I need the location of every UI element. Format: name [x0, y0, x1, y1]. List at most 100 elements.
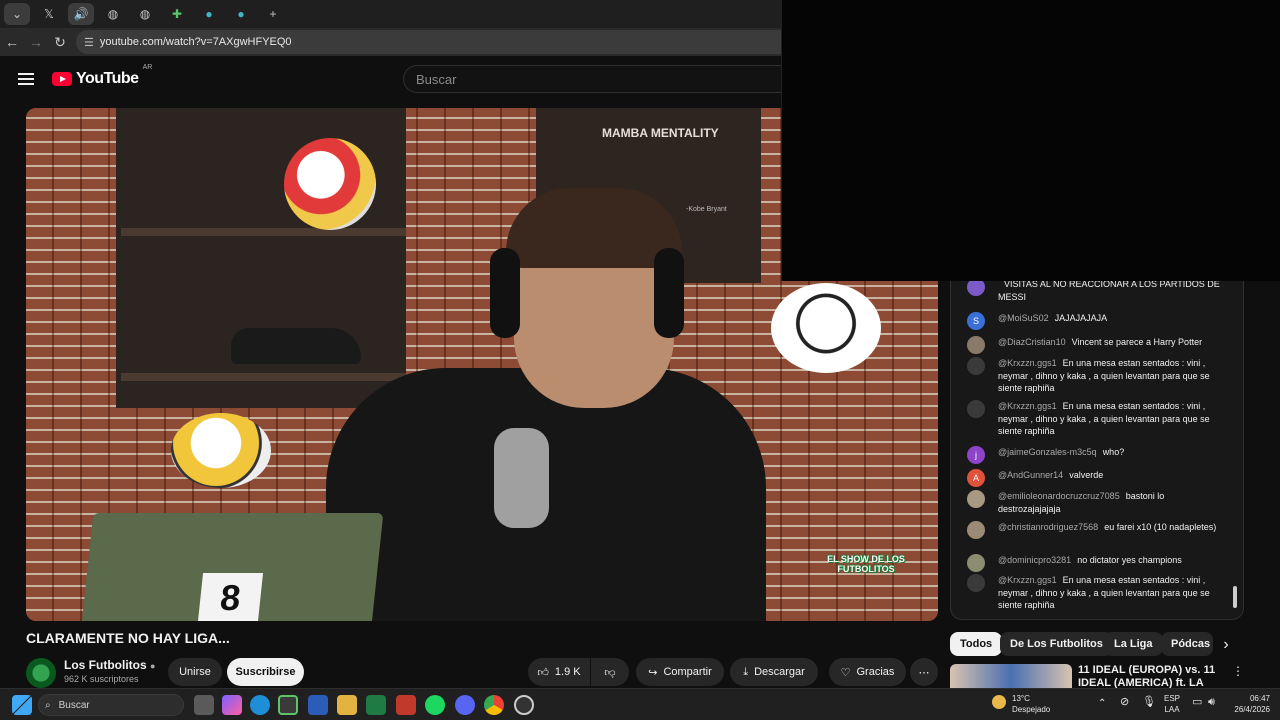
tab-x[interactable]: 𝕏	[36, 3, 62, 25]
poster-author: -Kobe Bryant	[686, 206, 727, 213]
chip-la-liga[interactable]: La Liga	[1104, 632, 1163, 656]
tab-generic-1[interactable]: ◍	[100, 3, 126, 25]
taskbar-search[interactable]: ⌕ Buscar	[38, 694, 184, 716]
copilot-icon[interactable]	[222, 695, 242, 715]
discord-icon[interactable]	[455, 695, 475, 715]
weather[interactable]: 13°C Despejado	[1012, 693, 1050, 715]
chat-message-body: @AndGunner14 valverde	[998, 469, 1227, 482]
excel-icon[interactable]	[366, 695, 386, 715]
volume-icon[interactable]: 🔊︎	[1208, 697, 1215, 708]
channel-name-text: Los Futbolitos	[64, 658, 147, 672]
chat-author[interactable]: @christianrodriguez7568	[998, 522, 1098, 532]
chat-avatar[interactable]	[967, 400, 985, 418]
display-icon[interactable]: ▭	[1192, 697, 1202, 708]
chat-author[interactable]: @Krxzzn.ggs1	[998, 401, 1057, 411]
join-button[interactable]: Unirse	[168, 658, 222, 686]
tab-generic-5[interactable]: ●	[228, 3, 254, 25]
chat-author[interactable]: @emilioleonardocruzcruz7085	[998, 491, 1120, 501]
chat-message: VISITAS AL NO REACCIONAR A LOS PARTIDOS …	[967, 278, 1227, 303]
football-boot	[231, 328, 361, 364]
download-label: Descargar	[754, 666, 805, 678]
chat-message-body: @MoiSuS02 JAJAJAJAJA	[998, 312, 1227, 325]
task-view-icon[interactable]	[194, 695, 214, 715]
suggested-more-icon[interactable]: ⋮	[1232, 664, 1244, 680]
tab-generic-3[interactable]: ✚	[164, 3, 190, 25]
chat-author[interactable]: @Krxzzn.ggs1	[998, 575, 1057, 585]
chat-message: @Krxzzn.ggs1 En una mesa estan sentados :…	[967, 574, 1227, 612]
tab-youtube-audio[interactable]: 🔊	[68, 3, 94, 25]
tab-list-button[interactable]: ⌄	[4, 3, 30, 25]
chat-avatar[interactable]	[967, 574, 985, 592]
laptop: 8	[78, 513, 384, 621]
url-field[interactable]: ☰ youtube.com/watch?v=7AXgwHFYEQ0	[76, 30, 796, 54]
app-icon[interactable]	[396, 695, 416, 715]
network-off-icon[interactable]: ⊘	[1120, 697, 1129, 708]
live-chat-panel: VISITAS AL NO REACCIONAR A LOS PARTIDOS …	[950, 260, 1244, 620]
chat-avatar[interactable]	[967, 521, 985, 539]
channel-avatar[interactable]	[26, 658, 56, 688]
subscribe-button[interactable]: Suscribirse	[227, 658, 304, 686]
store-icon[interactable]	[278, 695, 298, 715]
chat-avatar[interactable]	[967, 490, 985, 508]
video-title: CLARAMENTE NO HAY LIGA...	[26, 630, 230, 646]
app-icon-2[interactable]	[514, 695, 534, 715]
youtube-logo[interactable]: YouTube AR	[52, 64, 152, 88]
shelf	[121, 373, 406, 381]
chat-scrollbar[interactable]	[1233, 586, 1237, 608]
weather-moon-icon[interactable]	[992, 695, 1006, 709]
chat-author[interactable]: @Krxzzn.ggs1	[998, 358, 1057, 368]
thanks-button[interactable]: ♡ Gracias	[829, 658, 906, 686]
chevron-up-icon[interactable]: ⌃	[1098, 698, 1106, 709]
menu-icon[interactable]	[0, 73, 52, 85]
chat-message: @dominicpro3281 no dictator yes champions	[967, 554, 1227, 572]
search-input[interactable]: Buscar	[403, 65, 783, 93]
microphone-icon[interactable]: 🎙︎	[1142, 697, 1156, 708]
download-button[interactable]: ⤓ Descargar	[730, 658, 818, 686]
suggested-title[interactable]: 11 IDEAL (EUROPA) vs. 11 IDEAL (AMERICA)…	[1078, 664, 1228, 688]
dislike-button[interactable]: 👎︎	[591, 658, 629, 686]
chat-text: JAJAJAJAJA	[1054, 313, 1108, 323]
tab-generic-2[interactable]: ◍	[132, 3, 158, 25]
chip-podcasts[interactable]: Pódcas	[1161, 632, 1213, 656]
youtube-play-icon	[52, 72, 72, 86]
thanks-label: Gracias	[856, 666, 895, 678]
chat-message-body: @jaimeGonzales-m3c5q who?	[998, 446, 1227, 459]
chat-author[interactable]: @jaimeGonzales-m3c5q	[998, 447, 1097, 457]
word-icon[interactable]	[308, 695, 328, 715]
share-button[interactable]: ↪ Compartir	[636, 658, 724, 686]
new-tab-button[interactable]: +	[260, 3, 286, 25]
chat-author[interactable]: @AndGunner14	[998, 470, 1063, 480]
back-icon[interactable]: ←	[0, 30, 24, 54]
forward-icon[interactable]: →	[24, 30, 48, 54]
site-info-icon[interactable]: ☰	[84, 36, 94, 49]
chat-text: Vincent se parece a Harry Potter	[1071, 337, 1203, 347]
more-actions-button[interactable]: ⋯	[910, 658, 938, 686]
chat-avatar[interactable]	[967, 336, 985, 354]
like-button[interactable]: 👍︎ 1.9 K	[528, 658, 590, 686]
chat-avatar[interactable]	[967, 357, 985, 375]
chat-avatar[interactable]: j	[967, 446, 985, 464]
channel-row: Los Futbolitos ● 962 K suscriptores Unir…	[26, 656, 938, 688]
tab-generic-4[interactable]: ●	[196, 3, 222, 25]
chevron-right-icon[interactable]: ›	[1216, 636, 1236, 656]
edge-icon[interactable]	[250, 695, 270, 715]
language-indicator[interactable]: ESP LAA	[1164, 693, 1180, 715]
folder-icon[interactable]	[337, 695, 357, 715]
chat-author[interactable]: @DiazCristian10	[998, 337, 1066, 347]
windows-start-icon[interactable]	[12, 695, 32, 715]
chat-avatar[interactable]: S	[967, 312, 985, 330]
reload-icon[interactable]: ↻	[48, 30, 72, 54]
chat-author[interactable]: @dominicpro3281	[998, 555, 1071, 565]
spotify-icon[interactable]	[425, 695, 445, 715]
chat-avatar[interactable]: A	[967, 469, 985, 487]
chrome-icon[interactable]	[484, 695, 504, 715]
chat-avatar[interactable]	[967, 554, 985, 572]
chip-todos[interactable]: Todos	[950, 632, 1003, 656]
suggested-thumbnail[interactable]	[950, 664, 1072, 688]
chat-author[interactable]: @MoiSuS02	[998, 313, 1049, 323]
channel-name[interactable]: Los Futbolitos ●	[64, 658, 155, 672]
chip-de-los-futbolitos[interactable]: De Los Futbolitos	[1000, 632, 1113, 656]
clock[interactable]: 06:47 26/4/2026	[1226, 693, 1270, 715]
chat-message-body: @emilioleonardocruzcruz7085 bastoni lo de…	[998, 490, 1227, 515]
share-icon: ↪	[648, 666, 658, 679]
